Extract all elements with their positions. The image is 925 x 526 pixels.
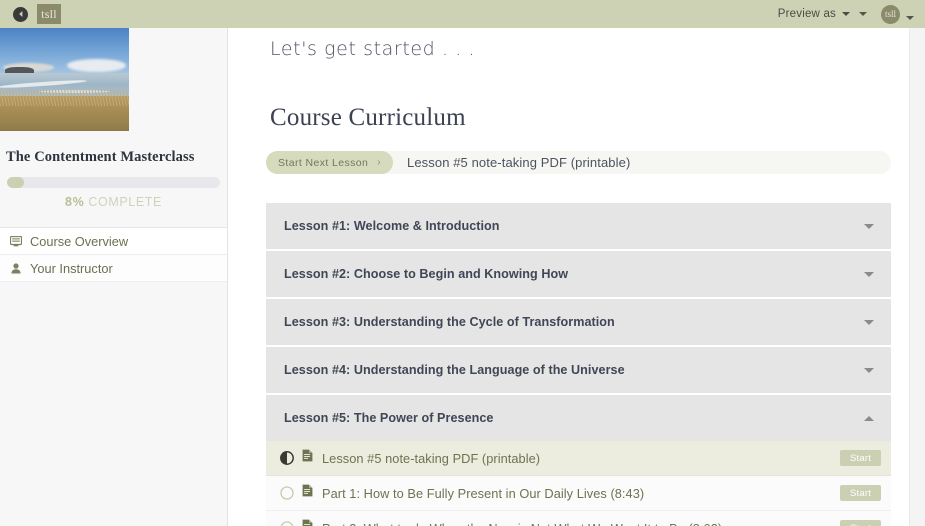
chevron-up-icon[interactable] <box>864 415 874 421</box>
empty-circle-icon <box>280 521 294 526</box>
document-icon <box>302 484 313 497</box>
lesson-item-label: Lesson #5 note-taking PDF (printable) <box>322 450 541 466</box>
page-title: Course Curriculum <box>270 104 466 131</box>
chevron-right-icon: › <box>377 157 381 168</box>
lesson-title: Lesson #1: Welcome & Introduction <box>284 219 500 233</box>
preview-as-label[interactable]: Preview as <box>778 8 836 20</box>
lesson-header[interactable]: Lesson #2: Choose to Begin and Knowing H… <box>266 251 891 297</box>
lesson-section: Lesson #3: Understanding the Cycle of Tr… <box>266 299 891 347</box>
lesson-item-row[interactable]: Lesson #5 note-taking PDF (printable) Sta… <box>266 441 891 476</box>
progress-bar-fill <box>7 177 25 189</box>
person-icon <box>11 263 21 274</box>
lesson-section: Lesson #2: Choose to Begin and Knowing H… <box>266 251 891 299</box>
lesson-item-row[interactable]: Part 2: What to do When the Now is Not W… <box>266 511 891 526</box>
chevron-down-icon[interactable] <box>864 367 874 373</box>
start-next-lesson-label: Start Next Lesson <box>278 156 369 169</box>
start-button[interactable]: Start <box>840 450 881 466</box>
sidebar: The Contentment Masterclass 8% COMPLETE … <box>0 28 228 526</box>
half-filled-circle-icon <box>280 451 294 465</box>
avatar[interactable]: tsll <box>881 4 900 24</box>
progress-percent: 8% <box>65 195 85 210</box>
lesson-title: Lesson #2: Choose to Begin and Knowing H… <box>284 267 569 281</box>
empty-circle-icon <box>280 486 294 500</box>
start-button[interactable]: Start <box>840 520 881 526</box>
back-button[interactable] <box>13 6 28 22</box>
empty-circle-icon <box>280 486 294 500</box>
intro-heading: Let's get started . . . <box>270 38 476 60</box>
lesson-item-label: Part 1: How to Be Fully Present in Our D… <box>322 485 645 501</box>
progress-label: 8% COMPLETE <box>7 188 220 209</box>
course-thumbnail-image <box>0 28 129 131</box>
document-icon <box>302 449 313 467</box>
course-title: The Contentment Masterclass <box>6 149 195 165</box>
sidebar-item-your-instructor[interactable]: Your Instructor <box>0 255 227 283</box>
lesson-header[interactable]: Lesson #5: The Power of Presence <box>266 395 891 441</box>
lesson-title: Lesson #4: Understanding the Language of… <box>284 363 625 377</box>
chevron-down-icon[interactable] <box>864 271 874 277</box>
lesson-item-list: Lesson #5 note-taking PDF (printable) Sta… <box>266 441 891 526</box>
preview-as-chevron-down-icon[interactable] <box>842 12 850 16</box>
thumbnail-grass <box>0 89 129 131</box>
sidebar-item-course-overview[interactable]: Course Overview <box>0 228 227 256</box>
progress-section: 8% COMPLETE <box>0 166 227 209</box>
lesson-section: Lesson #4: Understanding the Language of… <box>266 347 891 395</box>
next-lesson-title: Lesson #5 note-taking PDF (printable) <box>407 155 631 170</box>
secondary-chevron-down-icon[interactable] <box>859 12 867 16</box>
lesson-item-row[interactable]: Part 1: How to Be Fully Present in Our D… <box>266 476 891 511</box>
half-filled-circle-icon <box>280 451 294 465</box>
document-icon <box>302 519 313 526</box>
lesson-title: Lesson #3: Understanding the Cycle of Tr… <box>284 315 615 329</box>
progress-complete-text: COMPLETE <box>84 195 162 210</box>
document-icon <box>302 519 313 526</box>
main-content: Let's get started . . . Course Curriculu… <box>229 28 909 526</box>
lesson-header[interactable]: Lesson #4: Understanding the Language of… <box>266 347 891 393</box>
document-icon <box>302 449 313 462</box>
account-chevron-down-icon[interactable] <box>906 15 914 20</box>
sidebar-item-label: Your Instructor <box>30 260 113 276</box>
course-page: tsll Preview as tsll The Contentment Mas… <box>0 0 925 526</box>
sidebar-item-label: Course Overview <box>30 233 129 249</box>
chevron-down-icon[interactable] <box>864 223 874 229</box>
start-next-lesson-bar: Start Next Lesson › Lesson #5 note-takin… <box>266 151 891 174</box>
empty-circle-icon <box>280 521 294 526</box>
progress-bar-track <box>7 177 220 189</box>
lesson-item-label: Part 2: What to do When the Now is Not W… <box>313 521 840 526</box>
lesson-header[interactable]: Lesson #3: Understanding the Cycle of Tr… <box>266 299 891 345</box>
curriculum-accordion: Lesson #1: Welcome & Introduction Lesson … <box>266 203 891 526</box>
start-next-lesson-button[interactable]: Start Next Lesson › <box>266 151 393 174</box>
monitor-icon <box>10 235 22 246</box>
document-icon <box>302 484 313 502</box>
lesson-title: Lesson #5: The Power of Presence <box>284 411 494 425</box>
back-arrow-icon <box>18 11 22 17</box>
right-edge-strip <box>909 28 925 526</box>
lesson-section: Lesson #1: Welcome & Introduction <box>266 203 891 251</box>
chevron-down-icon[interactable] <box>864 319 874 325</box>
lesson-section: Lesson #5: The Power of Presence Lesson #… <box>266 395 891 526</box>
start-button[interactable]: Start <box>840 485 881 501</box>
brand-logo[interactable]: tsll <box>37 4 61 24</box>
lesson-header[interactable]: Lesson #1: Welcome & Introduction <box>266 203 891 249</box>
top-bar: tsll Preview as tsll <box>0 0 925 28</box>
